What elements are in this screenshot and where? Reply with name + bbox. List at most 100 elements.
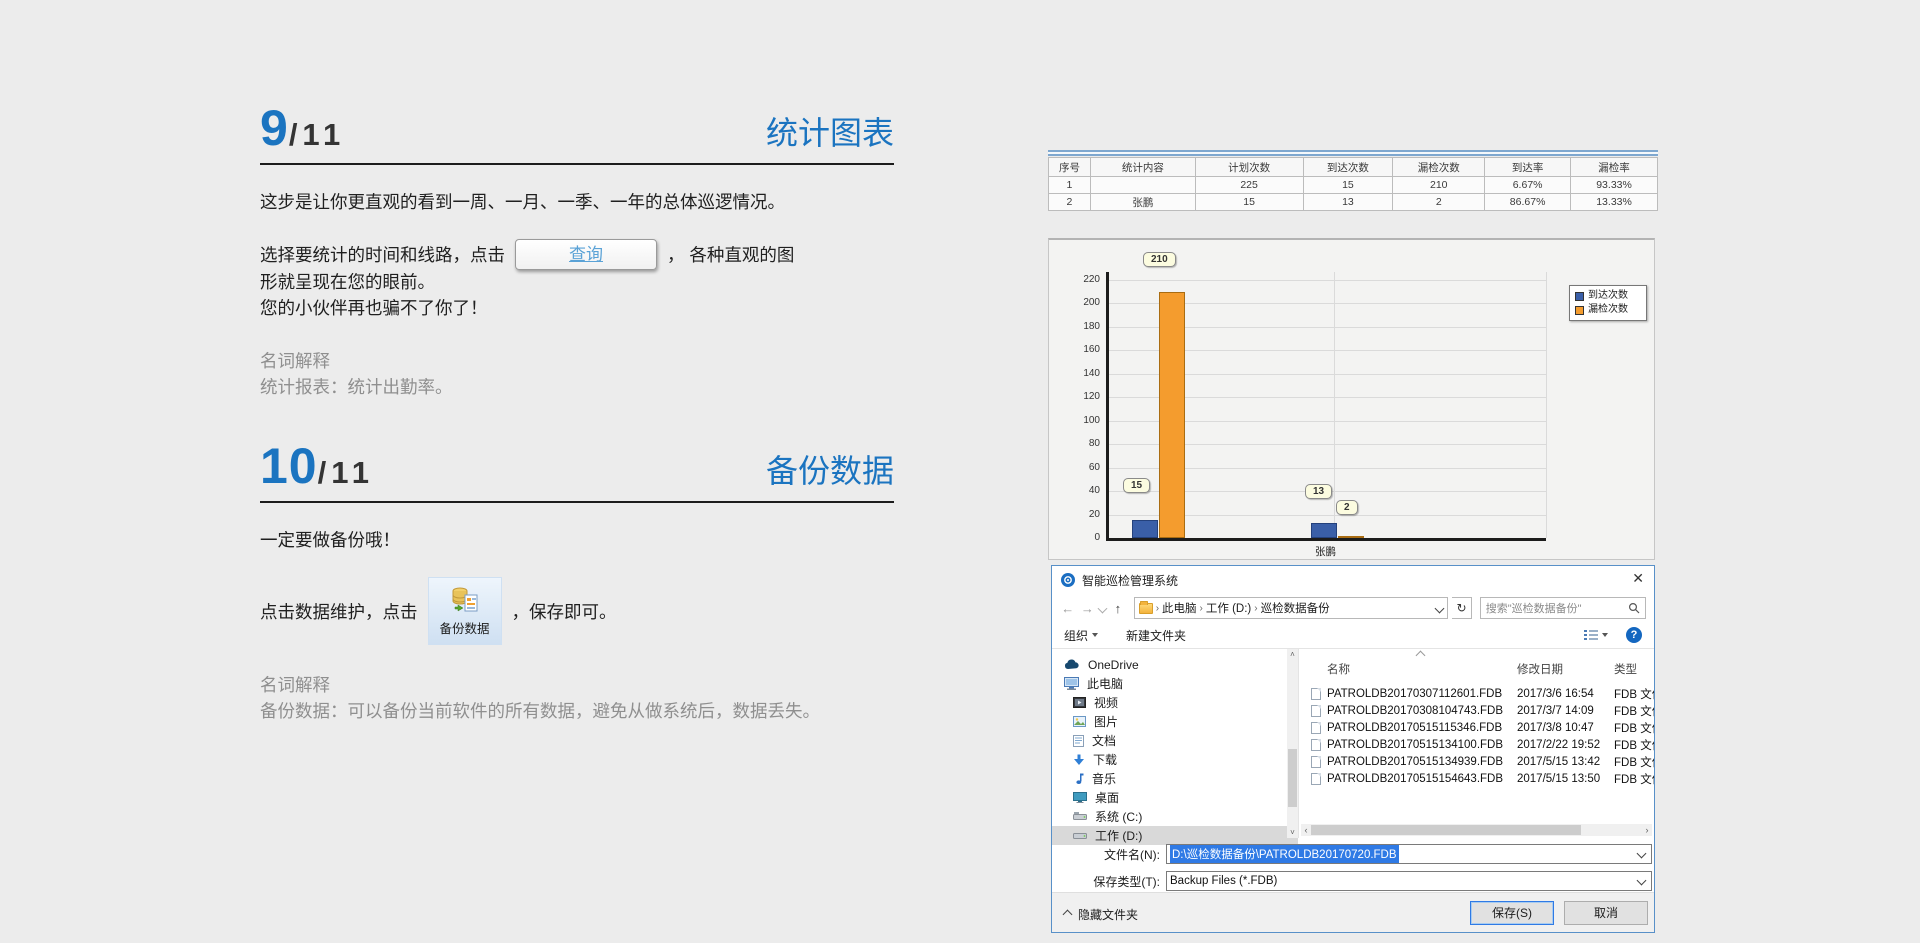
back-icon[interactable]: ← (1060, 601, 1076, 616)
file-name: PATROLDB20170308104743.FDB (1327, 705, 1503, 717)
close-icon[interactable]: ✕ (1632, 570, 1644, 587)
y-tick-label: 0 (1066, 532, 1100, 543)
hide-folders-button[interactable]: 隐藏文件夹 (1064, 906, 1138, 923)
sidebar-vertical-scrollbar[interactable]: ˄ ˅ (1287, 649, 1298, 838)
section-title: 统计图表 (766, 108, 894, 154)
chart-legend: 到达次数 漏检次数 (1569, 285, 1647, 321)
cell: 15 (1303, 177, 1393, 194)
step-number: 9 (260, 100, 289, 156)
file-name: PATROLDB20170515134100.FDB (1327, 739, 1503, 751)
search-icon (1628, 602, 1640, 614)
query-button[interactable]: 查询 (515, 239, 657, 270)
computer-icon (1064, 677, 1079, 690)
view-mode-button[interactable] (1584, 629, 1608, 641)
paragraph: 形就呈现在您的眼前。 (260, 270, 894, 295)
filename-input[interactable]: D:\巡检数据备份\PATROLDB20170720.FDB (1166, 844, 1652, 864)
sidebar-item-music[interactable]: 音乐 (1052, 769, 1298, 788)
sidebar-item-drive-c[interactable]: 系统 (C:) (1052, 807, 1298, 826)
chevron-down-icon (1637, 876, 1647, 886)
y-tick-label: 220 (1066, 274, 1100, 285)
help-button[interactable]: ? (1626, 627, 1642, 643)
new-folder-button[interactable]: 新建文件夹 (1126, 627, 1186, 644)
cell (1090, 177, 1195, 194)
breadcrumb-this-pc[interactable]: 此电脑 (1162, 600, 1197, 616)
value-label: 210 (1143, 252, 1176, 267)
breadcrumb-drive-d[interactable]: 工作 (D:) (1206, 600, 1251, 616)
save-button[interactable]: 保存(S) (1470, 901, 1554, 925)
music-note-icon (1073, 773, 1084, 785)
column-header-name[interactable]: 名称 (1327, 661, 1350, 677)
chevron-down-icon (1602, 633, 1608, 637)
sidebar-item-onedrive[interactable]: OneDrive (1052, 655, 1298, 674)
cell: 93.33% (1571, 177, 1658, 194)
scroll-down-icon[interactable]: ˅ (1287, 827, 1298, 838)
column-header-date[interactable]: 修改日期 (1517, 661, 1563, 677)
step-total: /11 (289, 117, 345, 152)
section-9: 9/11 统计图表 这步是让你更直观的看到一周、一月、一季、一年的总体巡逻情况。… (260, 100, 894, 400)
sidebar-item-this-pc[interactable]: 此电脑 (1052, 674, 1298, 693)
file-name: PATROLDB20170515134939.FDB (1327, 756, 1503, 768)
filetype-select[interactable]: Backup Files (*.FDB) (1166, 871, 1652, 891)
address-bar[interactable]: › 此电脑 › 工作 (D:) › 巡检数据备份 (1134, 597, 1449, 619)
organize-label: 组织 (1064, 627, 1088, 644)
filetype-value: Backup Files (*.FDB) (1170, 875, 1277, 887)
dialog-nav-bar: ← → ↑ › 此电脑 › 工作 (D:) › 巡检数据备份 ↻ 搜索"巡检数据… (1052, 594, 1654, 622)
bar-到达次数 (1311, 523, 1337, 538)
col-header: 到达率 (1485, 158, 1571, 177)
scroll-left-icon[interactable]: ‹ (1301, 824, 1311, 836)
scrollbar-thumb[interactable] (1311, 825, 1581, 835)
sidebar-label: 视频 (1094, 694, 1118, 711)
scrollbar-thumb[interactable] (1288, 749, 1297, 807)
horizontal-scrollbar[interactable]: ‹ › (1301, 824, 1652, 836)
list-view-icon (1584, 629, 1598, 641)
refresh-icon[interactable]: ↻ (1452, 597, 1472, 619)
up-icon[interactable]: ↑ (1110, 601, 1126, 616)
y-tick-label: 80 (1066, 438, 1100, 449)
cell: 13.33% (1571, 194, 1658, 211)
scroll-up-icon[interactable]: ˄ (1287, 649, 1298, 660)
organize-button[interactable]: 组织 (1064, 627, 1098, 644)
col-header: 计划次数 (1195, 158, 1303, 177)
value-label: 15 (1123, 478, 1150, 493)
file-type: FDB 文件 (1614, 737, 1654, 753)
y-tick-label: 100 (1066, 415, 1100, 426)
y-tick-label: 60 (1066, 462, 1100, 473)
scroll-right-icon[interactable]: › (1642, 824, 1652, 836)
crumb-separator: › (1200, 603, 1203, 614)
documents-icon (1073, 735, 1084, 747)
paragraph-with-button: 点击数据维护，点击 备份数据 ，保存即可。 (260, 577, 894, 645)
sidebar-label: 系统 (C:) (1095, 808, 1142, 825)
paragraph-text: ，保存即可。 (512, 599, 617, 624)
paragraph-with-button: 选择要统计的时间和线路，点击 查询 ， 各种直观的图 (260, 239, 894, 270)
y-tick-label: 180 (1066, 321, 1100, 332)
history-dropdown-icon[interactable] (1098, 603, 1108, 613)
dialog-fields: 文件名(N): D:\巡检数据备份\PATROLDB20170720.FDB 保… (1052, 838, 1654, 896)
backup-data-button[interactable]: 备份数据 (428, 577, 502, 645)
heading-rule (260, 163, 894, 165)
glossary-body: 备份数据：可以备份当前软件的所有数据，避免从做系统后，数据丢失。 (260, 699, 894, 724)
paragraph: 一定要做备份哦！ (260, 528, 894, 553)
breadcrumb-backup-folder[interactable]: 巡检数据备份 (1261, 600, 1330, 616)
column-header-type[interactable]: 类型 (1614, 661, 1637, 677)
cancel-button[interactable]: 取消 (1564, 901, 1648, 925)
paragraph: 这步是让你更直观的看到一周、一月、一季、一年的总体巡逻情况。 (260, 190, 894, 215)
sidebar-item-pictures[interactable]: 图片 (1052, 712, 1298, 731)
glossary-note: 名词解释 备份数据：可以备份当前软件的所有数据，避免从做系统后，数据丢失。 (260, 673, 894, 724)
file-type: FDB 文件 (1614, 703, 1654, 719)
cell: 15 (1195, 194, 1303, 211)
sidebar-label: 下载 (1093, 751, 1117, 768)
sidebar-item-desktop[interactable]: 桌面 (1052, 788, 1298, 807)
y-tick-label: 140 (1066, 368, 1100, 379)
forward-icon[interactable]: → (1080, 601, 1096, 616)
file-type: FDB 文件 (1614, 754, 1654, 770)
new-folder-label: 新建文件夹 (1126, 627, 1186, 644)
search-box[interactable]: 搜索"巡检数据备份" (1480, 597, 1646, 619)
address-dropdown-icon[interactable] (1435, 603, 1445, 613)
sidebar-item-downloads[interactable]: 下载 (1052, 750, 1298, 769)
dialog-title: 智能巡检管理系统 (1082, 572, 1178, 589)
drive-icon (1073, 812, 1087, 821)
database-backup-icon (450, 586, 480, 616)
sidebar-item-documents[interactable]: 文档 (1052, 731, 1298, 750)
step-number: 10 (260, 438, 318, 494)
sidebar-item-videos[interactable]: 视频 (1052, 693, 1298, 712)
